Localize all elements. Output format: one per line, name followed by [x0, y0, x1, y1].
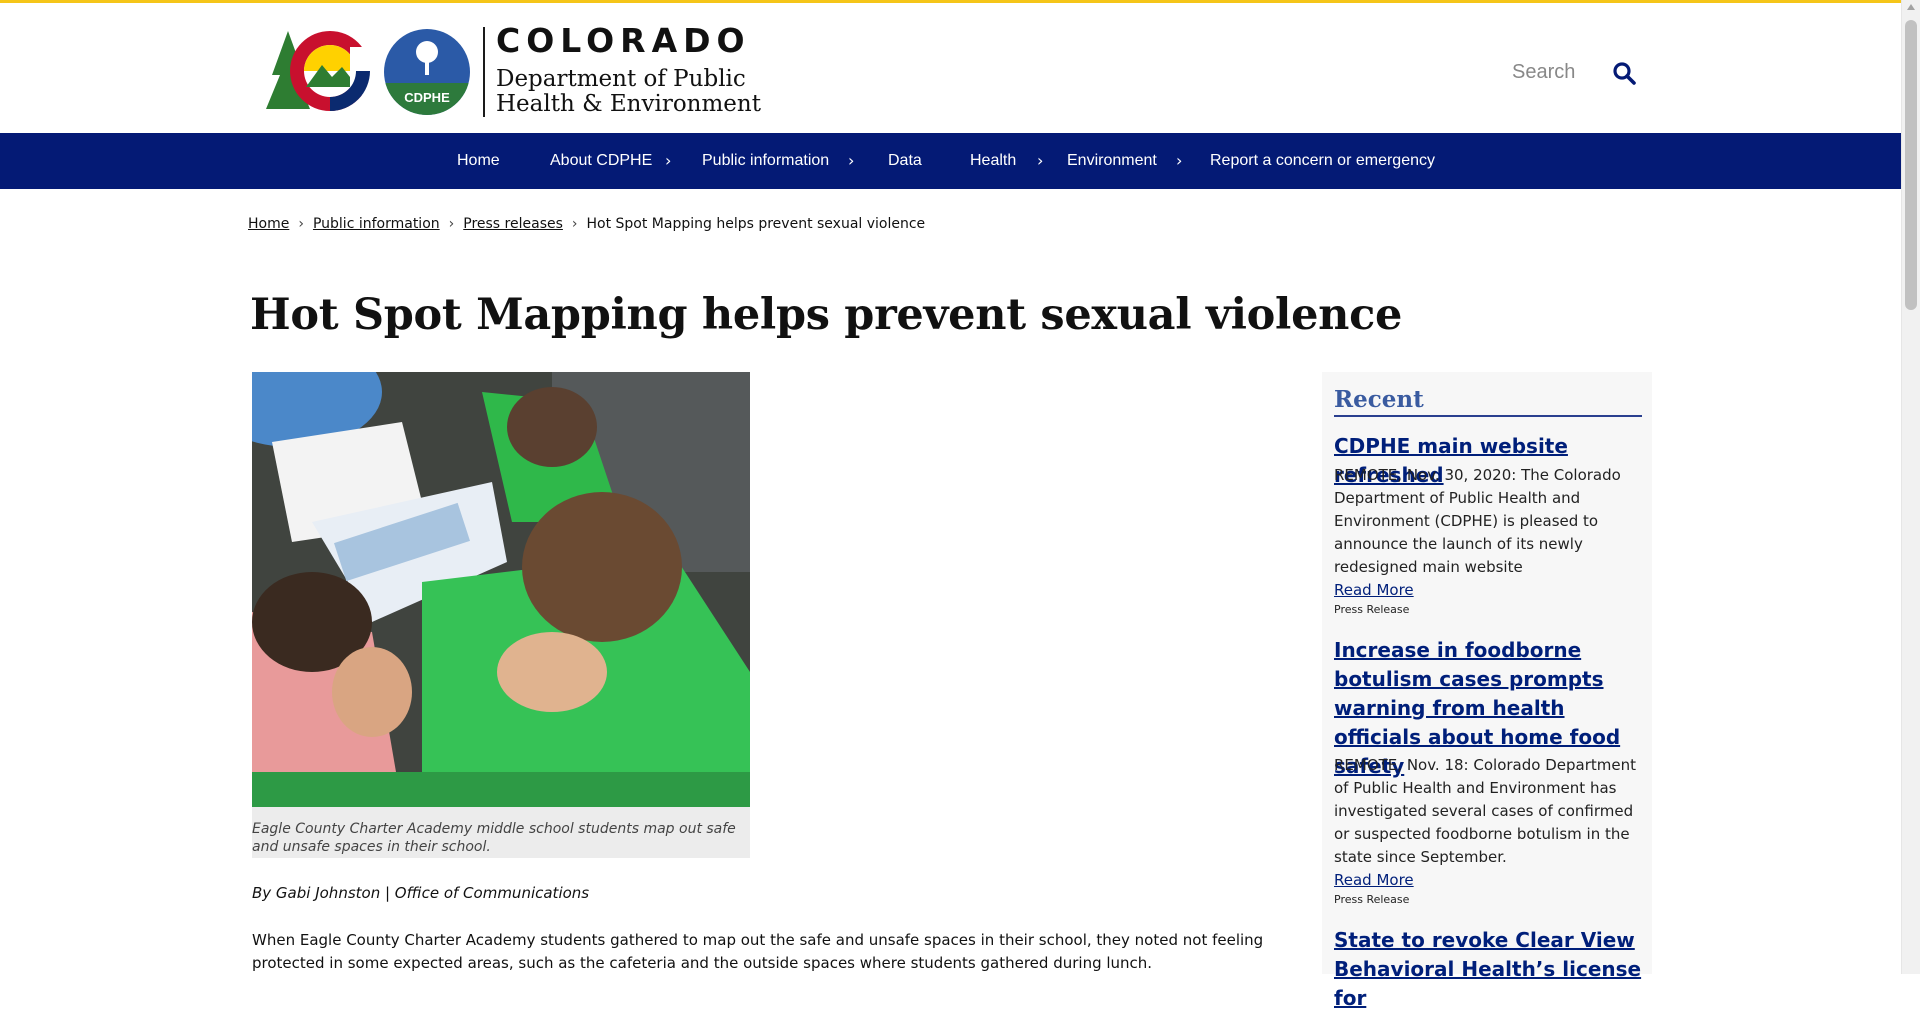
department-line-1: Department of Public — [496, 66, 746, 92]
recent-item-title[interactable]: State to revoke Clear View Behavioral He… — [1334, 926, 1644, 1013]
breadcrumb-current: Hot Spot Mapping helps prevent sexual vi… — [586, 216, 926, 232]
nav-item-about-cdphe[interactable]: About CDPHE — [550, 133, 652, 189]
main-nav: Home About CDPHE › Public information › … — [0, 133, 1902, 189]
sidebar-heading: Recent — [1334, 386, 1642, 417]
chevron-right-icon[interactable]: › — [1176, 133, 1182, 189]
breadcrumb-public-information[interactable]: Public information — [313, 216, 440, 232]
department-name: Department of Public Health & Environmen… — [496, 67, 796, 117]
chevron-right-icon[interactable]: › — [665, 133, 671, 189]
nav-item-public-information[interactable]: Public information — [702, 133, 829, 189]
cdphe-badge-text: CDPHE — [404, 90, 450, 105]
breadcrumb-press-releases[interactable]: Press releases — [463, 216, 563, 232]
colorado-logo[interactable] — [266, 27, 378, 117]
page-title: Hot Spot Mapping helps prevent sexual vi… — [250, 290, 1403, 340]
tree-icon — [416, 41, 438, 75]
site-header: CDPHE COLORADO Department of Public Heal… — [0, 3, 1902, 133]
scroll-up-arrow-icon[interactable] — [1907, 4, 1915, 10]
cdphe-logo[interactable]: CDPHE — [384, 29, 470, 115]
recent-item-description: REMOTE, Nov. 30, 2020: The Colorado Depa… — [1334, 466, 1621, 576]
nav-item-data[interactable]: Data — [888, 133, 922, 189]
nav-item-environment[interactable]: Environment — [1067, 133, 1157, 189]
nav-item-report-concern[interactable]: Report a concern or emergency — [1210, 133, 1435, 189]
department-line-2: Health & Environment — [496, 91, 761, 117]
nav-item-health[interactable]: Health — [970, 133, 1016, 189]
photo-caption: Eagle County Charter Academy middle scho… — [252, 821, 736, 855]
breadcrumb-separator: › — [298, 216, 304, 232]
photo-caption-box: Eagle County Charter Academy middle scho… — [252, 807, 750, 858]
read-more-link[interactable]: Read More — [1334, 871, 1414, 889]
recent-item-type: Press Release — [1334, 603, 1410, 616]
logo-divider — [483, 27, 485, 117]
breadcrumb-home[interactable]: Home — [248, 216, 289, 232]
students-photo-illustration — [252, 372, 750, 807]
recent-sidebar: Recent CDPHE main website refreshed REMO… — [1322, 372, 1652, 1010]
search-icon[interactable] — [1612, 61, 1636, 85]
nav-item-home[interactable]: Home — [457, 133, 500, 189]
recent-item-type: Press Release — [1334, 893, 1410, 906]
search-input[interactable]: Search — [1512, 61, 1575, 84]
article-byline: By Gabi Johnston | Office of Communicati… — [252, 884, 590, 902]
scrollbar-thumb[interactable] — [1905, 20, 1917, 310]
breadcrumb: Home › Public information › Press releases › H… — [248, 216, 925, 232]
breadcrumb-separator: › — [448, 216, 455, 232]
article-photo — [252, 372, 750, 807]
state-name: COLORADO — [496, 21, 751, 60]
article-paragraph: When Eagle County Charter Academy studen… — [252, 931, 1264, 972]
chevron-right-icon[interactable]: › — [848, 133, 854, 189]
recent-item-description: REMOTE, Nov. 18: Colorado Department of … — [1334, 756, 1636, 866]
breadcrumb-separator: › — [571, 216, 578, 232]
chevron-right-icon[interactable]: › — [1037, 133, 1043, 189]
read-more-link[interactable]: Read More — [1334, 581, 1414, 599]
page-scrollbar[interactable] — [1901, 0, 1920, 974]
